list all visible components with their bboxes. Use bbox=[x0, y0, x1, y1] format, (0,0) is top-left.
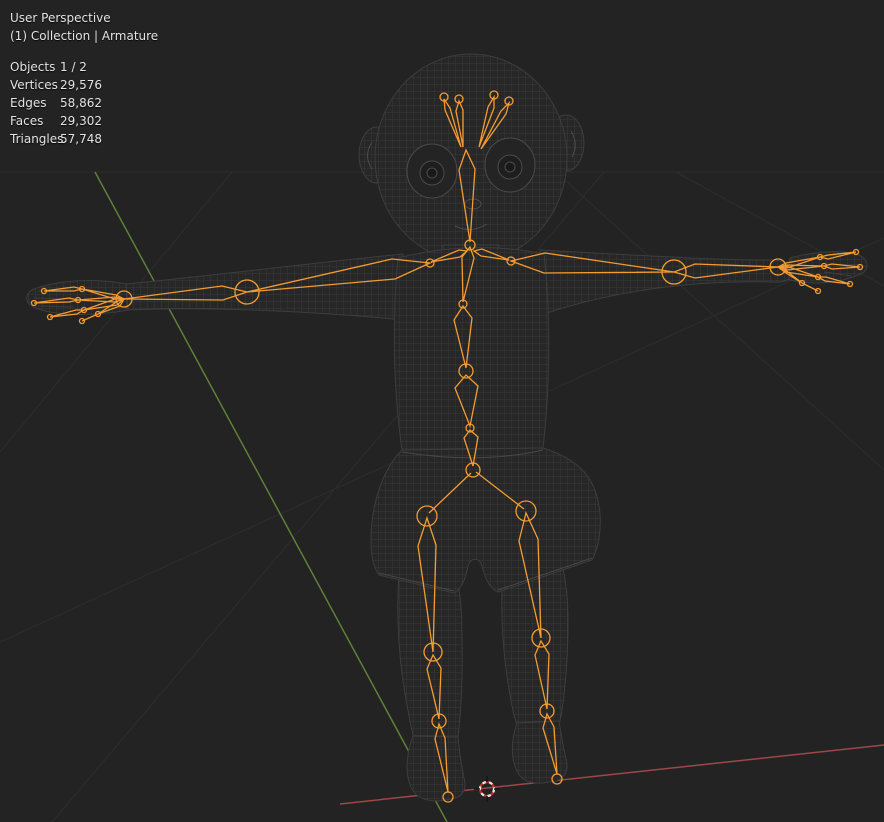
stat-value: 58,862 bbox=[60, 94, 102, 112]
stat-row-triangles: Triangles 57,748 bbox=[10, 130, 158, 148]
stat-label: Faces bbox=[10, 112, 60, 130]
viewport-overlay: User Perspective (1) Collection | Armatu… bbox=[10, 9, 158, 148]
stat-row-edges: Edges 58,862 bbox=[10, 94, 158, 112]
stat-value: 29,302 bbox=[60, 112, 102, 130]
stat-value: 1 / 2 bbox=[60, 58, 87, 76]
scene-statistics: Objects 1 / 2 Vertices 29,576 Edges 58,8… bbox=[10, 58, 158, 148]
stat-label: Vertices bbox=[10, 76, 60, 94]
stat-label: Edges bbox=[10, 94, 60, 112]
active-object-breadcrumb: (1) Collection | Armature bbox=[10, 27, 158, 45]
stat-row-objects: Objects 1 / 2 bbox=[10, 58, 158, 76]
view-perspective-label: User Perspective bbox=[10, 9, 158, 27]
stat-row-vertices: Vertices 29,576 bbox=[10, 76, 158, 94]
blender-3d-viewport[interactable]: { "viewport": { "view_name": "User Persp… bbox=[0, 0, 884, 822]
leg-right-mesh[interactable] bbox=[502, 568, 568, 725]
stat-label: Objects bbox=[10, 58, 60, 76]
stat-label: Triangles bbox=[10, 130, 60, 148]
stat-value: 29,576 bbox=[60, 76, 102, 94]
stat-row-faces: Faces 29,302 bbox=[10, 112, 158, 130]
stat-value: 57,748 bbox=[60, 130, 102, 148]
